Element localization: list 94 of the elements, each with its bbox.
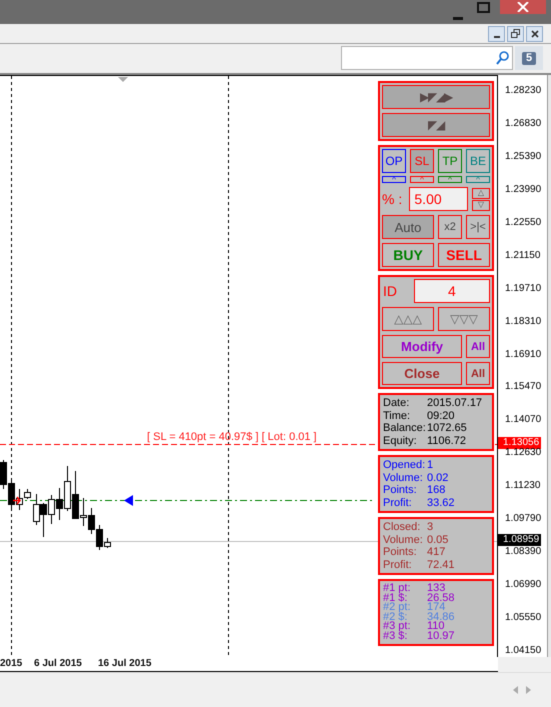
sell-button[interactable]: SELL: [438, 243, 490, 267]
info-label: Points:: [383, 484, 418, 496]
buy-button[interactable]: BUY: [382, 243, 434, 267]
percent-field[interactable]: 5.00: [409, 187, 468, 211]
price-label: 1.14070: [505, 413, 542, 426]
info-value: 168: [427, 484, 446, 496]
info-label: Time:: [383, 410, 412, 422]
ticket-field[interactable]: 4: [414, 279, 490, 303]
info-value: 10.97: [427, 632, 455, 641]
date-label: 2015: [0, 658, 22, 669]
mode-button[interactable]: OP: [382, 149, 406, 173]
date-label: 16 Jul 2015: [98, 658, 152, 669]
info-value: 09:20: [427, 410, 455, 422]
info-label: Closed:: [383, 521, 422, 534]
scroll-marker-icon: [118, 77, 128, 82]
price-label: 1.26830: [505, 116, 542, 130]
search-field[interactable]: [341, 46, 513, 70]
navigation-button[interactable]: ◤◢: [382, 113, 490, 137]
info-label: #2 $:: [383, 612, 408, 622]
info-value: 110: [427, 622, 445, 632]
info-label: #3 pt:: [383, 622, 412, 632]
action-button[interactable]: Modify: [382, 335, 462, 358]
info-label: #1 $:: [383, 594, 408, 603]
price-label: 1.05550: [505, 611, 542, 624]
position-marker-icon: [124, 495, 133, 506]
info-value: 34.86: [427, 612, 455, 622]
price-marker: 1.08959: [498, 534, 542, 546]
info-label: Opened:: [383, 459, 426, 472]
info-value: 0.05: [427, 534, 448, 546]
info-value: 33.62: [427, 496, 455, 509]
info-label: #1 pt:: [383, 584, 412, 594]
price-label: 1.18310: [505, 314, 542, 328]
price-label: 1.21150: [505, 248, 540, 262]
info-label: Balance:: [383, 422, 427, 434]
info-value: 0.02: [427, 472, 448, 484]
price-label: 1.19710: [505, 282, 542, 295]
info-value: 72.41: [427, 558, 455, 571]
price-label: 1.11230: [505, 479, 540, 492]
info-label: Points:: [383, 546, 418, 558]
info-value: 3: [427, 521, 434, 534]
info-label: Volume:: [383, 472, 424, 484]
mode-button[interactable]: BE: [466, 149, 490, 173]
date-label: 6 Jul 2015: [34, 658, 82, 669]
price-label: 1.09790: [505, 512, 542, 526]
price-marker: 1.13056: [498, 437, 542, 449]
info-label: Equity:: [383, 434, 418, 447]
info-value: 417: [427, 546, 446, 558]
info-label: Profit:: [383, 496, 413, 509]
ticket-label: ID: [382, 283, 398, 299]
close-button[interactable]: [526, 26, 543, 42]
info-value: 1072.65: [427, 422, 467, 434]
price-label: 1.15470: [505, 380, 542, 394]
step-button[interactable]: ▽▽▽: [438, 307, 490, 331]
price-label: 1.12630: [505, 446, 542, 460]
maximize-icon[interactable]: [477, 2, 490, 13]
price-label: 1.23990: [505, 182, 542, 196]
navigation-button[interactable]: ▶◤◢▶: [382, 85, 490, 109]
price-label: 1.06990: [505, 578, 542, 592]
mode-button[interactable]: TP: [438, 149, 462, 173]
percent-label: % :: [382, 191, 404, 207]
restore-button[interactable]: [507, 26, 524, 42]
price-label: 1.04150: [505, 644, 542, 657]
info-value: 26.58: [427, 594, 455, 603]
option-button[interactable]: >|<: [466, 215, 490, 239]
messages-button[interactable]: 5: [515, 46, 543, 70]
price-label: 1.08390: [505, 545, 542, 558]
info-label: Date:: [383, 397, 410, 410]
info-value: 2015.07.17: [427, 397, 482, 410]
info-value: 174: [427, 603, 446, 612]
price-label: 1.25390: [505, 150, 542, 163]
restore-icon[interactable]: [511, 29, 520, 38]
message-count: 5: [522, 52, 536, 64]
info-label: Volume:: [383, 534, 424, 546]
info-label: #2 pt:: [383, 603, 412, 612]
decrease-button[interactable]: ▽: [472, 200, 490, 210]
price-label: 1.28230: [505, 84, 542, 97]
info-label: Profit:: [383, 558, 413, 571]
step-button[interactable]: △△△: [382, 307, 434, 331]
info-label: #3 $:: [383, 632, 408, 641]
price-label: 1.16910: [505, 348, 542, 361]
close-icon[interactable]: [530, 30, 538, 38]
search-icon[interactable]: [496, 51, 509, 65]
info-value: 133: [427, 584, 446, 594]
option-button[interactable]: x2: [438, 215, 462, 239]
increase-button[interactable]: △: [472, 188, 490, 198]
minimize-button[interactable]: [488, 26, 505, 42]
option-button[interactable]: Auto: [382, 215, 434, 239]
price-label: 1.22550: [505, 216, 542, 229]
info-value: 1: [427, 459, 434, 472]
apply-all-button[interactable]: All: [466, 335, 490, 358]
apply-all-button[interactable]: All: [466, 362, 490, 385]
info-value: 1106.72: [427, 434, 466, 447]
stop-loss-label: [ SL = 410pt = 40.97$ ] [ Lot: 0.01 ]: [147, 431, 317, 443]
action-button[interactable]: Close: [382, 362, 462, 385]
